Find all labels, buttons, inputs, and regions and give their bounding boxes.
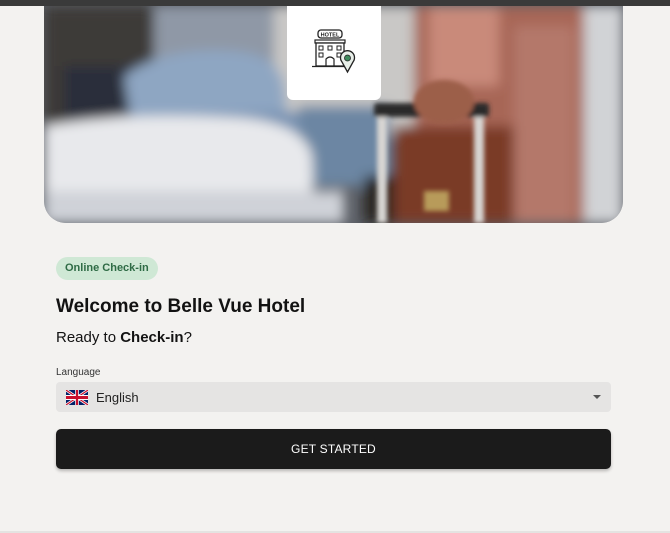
uk-flag-icon	[66, 389, 88, 405]
hotel-logo-card: HOTEL	[287, 6, 381, 100]
online-checkin-badge: Online Check-in	[56, 257, 158, 280]
language-label: Language	[56, 367, 101, 378]
subtitle-suffix: ?	[183, 329, 192, 346]
checkin-subtitle: Ready to Check-in?	[56, 329, 192, 346]
get-started-button[interactable]: GET STARTED	[56, 429, 611, 469]
language-value: English	[96, 389, 139, 405]
subtitle-emphasis: Check-in	[120, 329, 184, 346]
language-select[interactable]: English	[56, 382, 611, 412]
hotel-building-icon: HOTEL	[312, 29, 356, 74]
page-title: Welcome to Belle Vue Hotel	[56, 296, 306, 317]
chevron-down-icon	[593, 395, 601, 399]
subtitle-prefix: Ready to	[56, 329, 121, 346]
hotel-sign-text: HOTEL	[321, 33, 340, 39]
